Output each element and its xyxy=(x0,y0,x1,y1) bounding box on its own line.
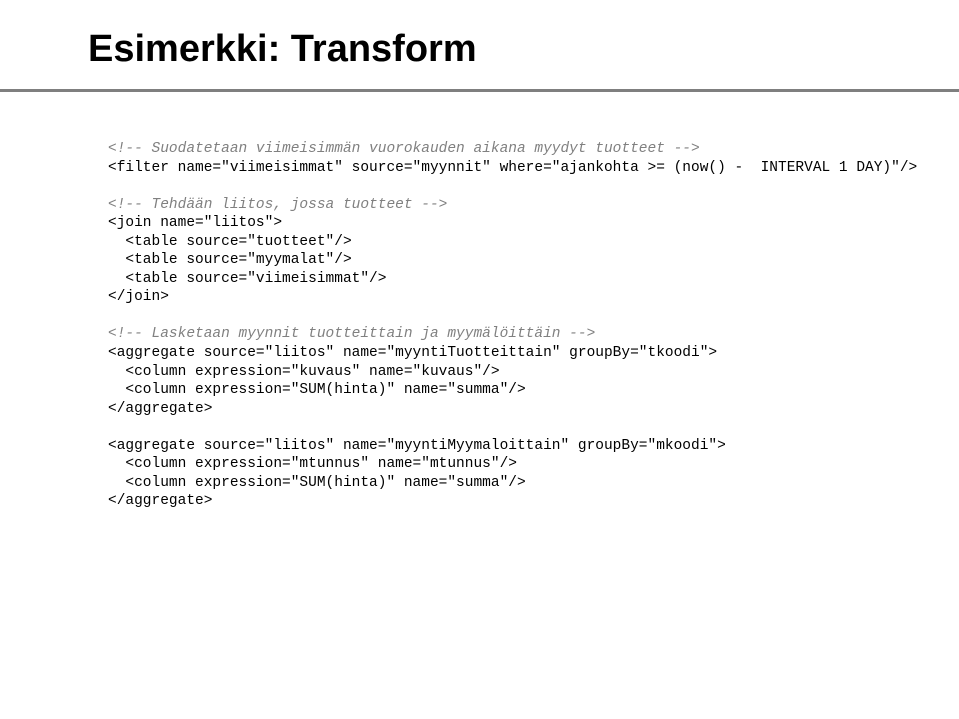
slide-title: Esimerkki: Transform xyxy=(0,28,959,71)
code-comment: <!-- Tehdään liitos, jossa tuotteet --> xyxy=(108,197,447,213)
code-line: <column expression="kuvaus" name="kuvaus… xyxy=(108,364,500,380)
code-line: </aggregate> xyxy=(108,493,212,509)
code-example: <!-- Suodatetaan viimeisimmän vuorokaude… xyxy=(0,92,959,511)
code-line: <column expression="mtunnus" name="mtunn… xyxy=(108,456,517,472)
code-line: <join name="liitos"> xyxy=(108,215,282,231)
code-line: <aggregate source="liitos" name="myyntiM… xyxy=(108,438,726,454)
code-line: <table source="viimeisimmat"/> xyxy=(108,271,386,287)
code-line: <column expression="SUM(hinta)" name="su… xyxy=(108,382,526,398)
code-line: </join> xyxy=(108,289,169,305)
code-line: <aggregate source="liitos" name="myyntiT… xyxy=(108,345,717,361)
code-line: <table source="tuotteet"/> xyxy=(108,234,352,250)
code-line: <table source="myymalat"/> xyxy=(108,252,352,268)
code-comment: <!-- Lasketaan myynnit tuotteittain ja m… xyxy=(108,326,595,342)
code-line: </aggregate> xyxy=(108,401,212,417)
code-comment: <!-- Suodatetaan viimeisimmän vuorokaude… xyxy=(108,141,700,157)
slide: Esimerkki: Transform <!-- Suodatetaan vi… xyxy=(0,0,959,719)
code-line: <column expression="SUM(hinta)" name="su… xyxy=(108,475,526,491)
code-line: <filter name="viimeisimmat" source="myyn… xyxy=(108,160,917,176)
